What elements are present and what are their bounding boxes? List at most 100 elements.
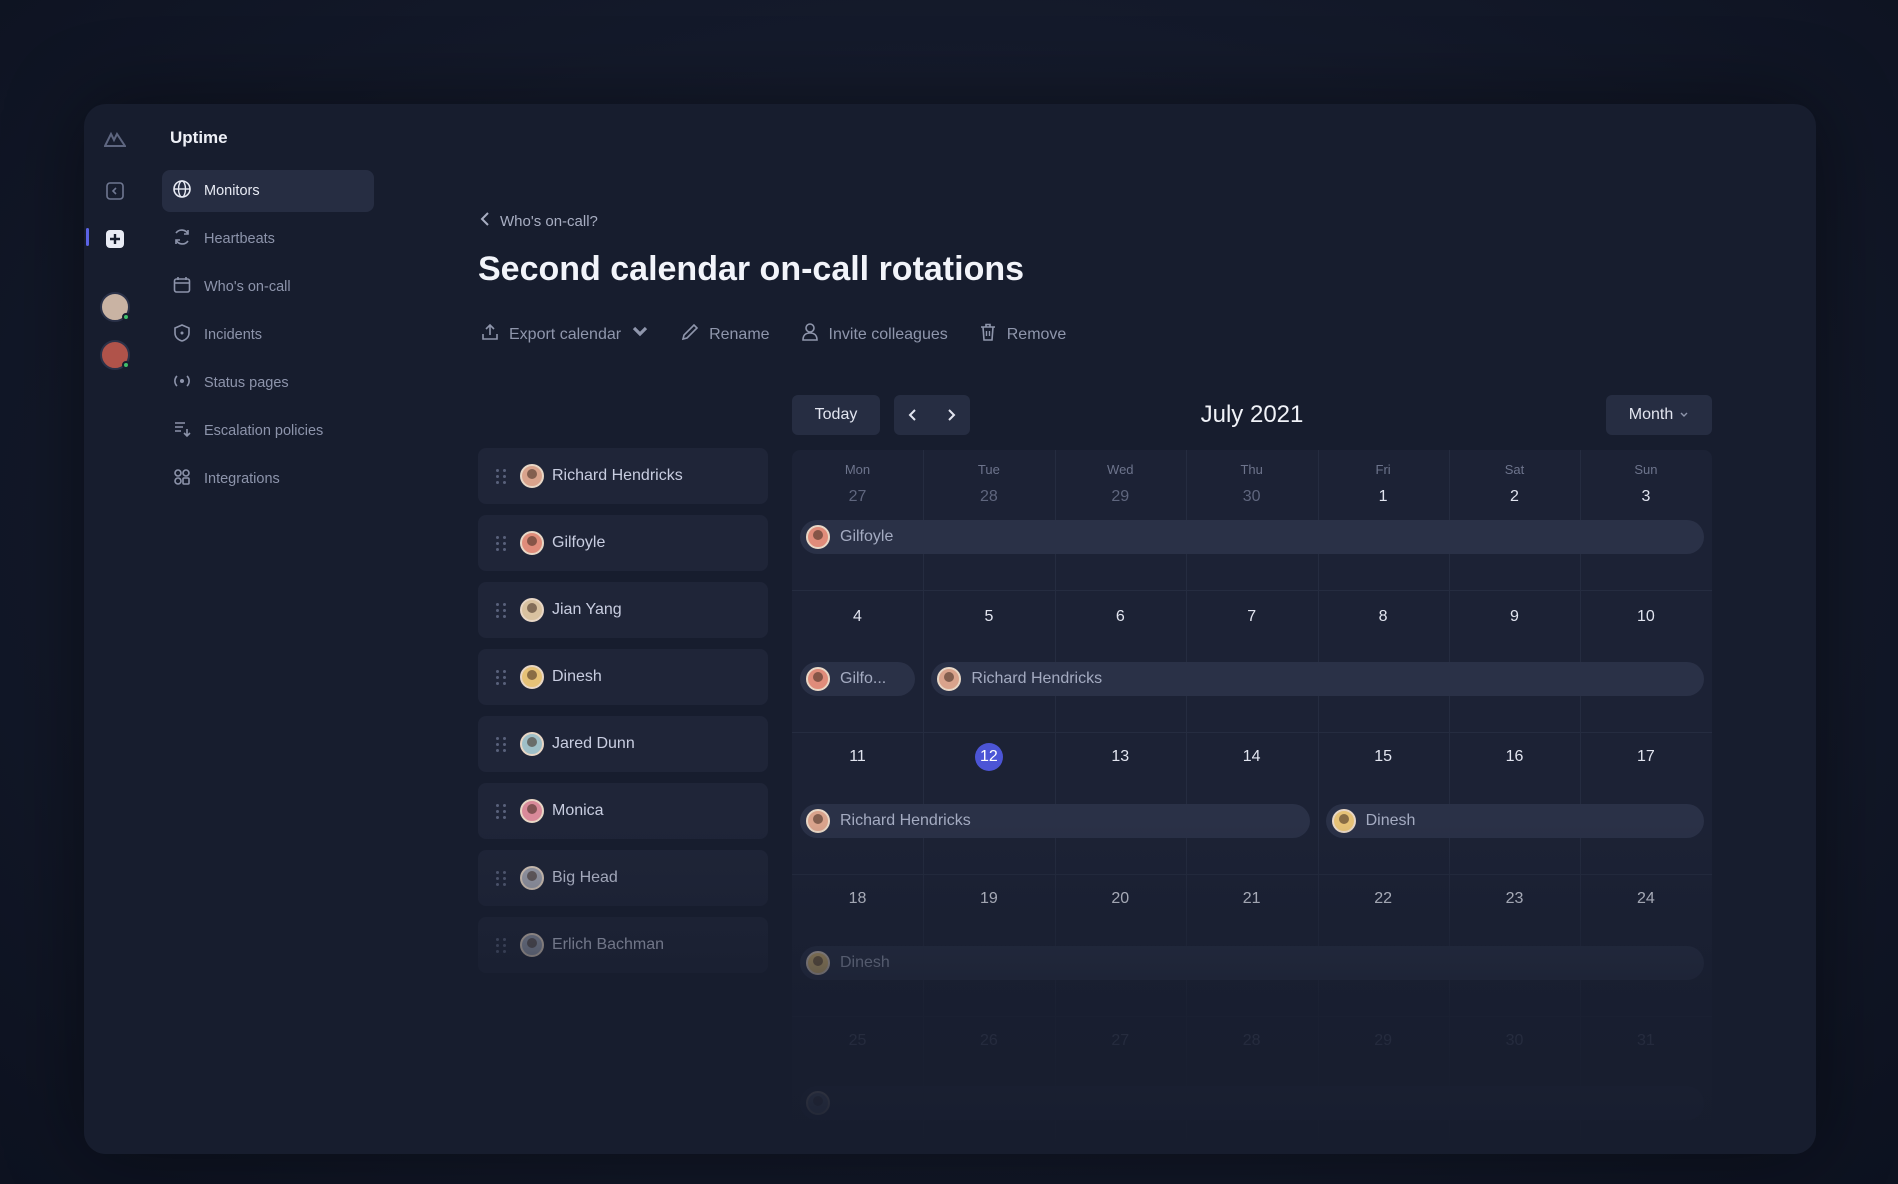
day-number: 15 (1374, 748, 1392, 765)
calendar-day[interactable]: 30 (1449, 1032, 1580, 1050)
month-nav (894, 395, 970, 435)
day-number: 28 (1242, 1032, 1261, 1049)
drag-handle-icon[interactable] (496, 736, 506, 752)
sidebar-item-monitors[interactable]: Monitors (162, 170, 374, 212)
day-number: 20 (1111, 890, 1130, 907)
on-call-shift[interactable]: Gilfoyle (800, 520, 1704, 554)
person-row[interactable]: Big Head (478, 850, 768, 906)
calendar-day[interactable]: 10 (1580, 608, 1711, 626)
drag-handle-icon[interactable] (496, 535, 506, 551)
calendar-day[interactable]: 24 (1580, 890, 1711, 908)
calendar-day[interactable]: 29 (1055, 488, 1186, 506)
calendar-day[interactable]: 11 (792, 748, 923, 766)
on-call-shift[interactable]: Richard Hendricks (800, 804, 1310, 838)
person-row[interactable]: Dinesh (478, 649, 768, 705)
calendar-day[interactable]: 13 (1055, 748, 1186, 766)
person-row[interactable]: Jian Yang (478, 582, 768, 638)
avatar (1331, 809, 1356, 833)
calendar-day[interactable]: 28 (1186, 1032, 1317, 1050)
sidebar-item-escalation-policies[interactable]: Escalation policies (162, 410, 374, 452)
person-row[interactable]: Monica (478, 783, 768, 839)
prev-month-button[interactable] (894, 395, 932, 435)
person-row[interactable]: Gilfoyle (478, 515, 768, 571)
trash-icon (978, 322, 998, 347)
drag-handle-icon[interactable] (496, 803, 506, 819)
person-row[interactable]: Erlich Bachman (478, 917, 768, 973)
calendar-day[interactable]: 23 (1449, 890, 1580, 908)
sidebar-item-integrations[interactable]: Integrations (162, 458, 374, 500)
calendar-day[interactable]: 25 (792, 1032, 923, 1050)
calendar-day[interactable]: 2 (1449, 488, 1580, 506)
on-call-shift[interactable]: Gilfo... (800, 662, 916, 696)
sidebar-item-incidents[interactable]: Incidents (162, 314, 374, 356)
remove-button[interactable]: Remove (978, 322, 1066, 347)
invite-colleagues-button[interactable]: Invite colleagues (800, 322, 948, 347)
person-row[interactable]: Richard Hendricks (478, 448, 768, 504)
on-call-shift[interactable]: Dinesh (800, 946, 1704, 980)
drag-handle-icon[interactable] (496, 602, 506, 618)
calendar-day[interactable]: 28 (923, 488, 1054, 506)
on-call-shift[interactable] (800, 1086, 1704, 1120)
avatar (520, 933, 544, 957)
back-link[interactable]: Who's on-call? (480, 212, 598, 230)
day-number: 17 (1636, 748, 1655, 765)
drag-handle-icon[interactable] (496, 669, 506, 685)
calendar-day[interactable]: 21 (1186, 890, 1317, 908)
sidebar-item-status-pages[interactable]: Status pages (162, 362, 374, 404)
calendar-day[interactable]: 4 (792, 608, 923, 626)
sidebar-item-heartbeats[interactable]: Heartbeats (162, 218, 374, 260)
calendar-day[interactable]: 26 (923, 1032, 1054, 1050)
calendar-day[interactable]: 18 (792, 890, 923, 908)
calendar-day[interactable]: 19 (923, 890, 1054, 908)
pencil-icon (680, 322, 700, 347)
collapse-sidebar-icon[interactable] (104, 180, 126, 202)
sidebar-item-label: Integrations (204, 471, 280, 487)
online-indicator (122, 361, 130, 369)
calendar-day[interactable]: 7 (1186, 608, 1317, 626)
weekday-label: Sun (1634, 462, 1658, 477)
drag-handle-icon[interactable] (496, 870, 506, 886)
calendar-day[interactable]: 20 (1055, 890, 1186, 908)
rename-label: Rename (709, 325, 770, 343)
team-avatar[interactable] (100, 340, 130, 370)
drag-handle-icon[interactable] (496, 937, 506, 953)
refresh-icon (172, 227, 192, 251)
drag-handle-icon[interactable] (496, 468, 506, 484)
chevron-down-icon (630, 322, 650, 347)
calendar-day[interactable]: 5 (923, 608, 1054, 626)
on-call-shift[interactable]: Richard Hendricks (931, 662, 1704, 696)
calendar-day[interactable]: 27 (1055, 1032, 1186, 1050)
calendar-day[interactable]: 30 (1186, 488, 1317, 506)
logo-icon[interactable] (104, 128, 126, 150)
day-number: 25 (848, 1032, 867, 1049)
calendar-day[interactable]: 16 (1449, 748, 1580, 766)
view-select[interactable]: Month (1606, 395, 1712, 435)
user-avatar[interactable] (100, 292, 130, 322)
export-calendar-button[interactable]: Export calendar (480, 322, 650, 347)
person-name: Erlich Bachman (552, 936, 665, 953)
weekday-label: Mon (844, 462, 871, 477)
calendar-day[interactable]: 22 (1318, 890, 1449, 908)
calendar-day[interactable]: 27 (792, 488, 923, 506)
calendar-day[interactable]: 14 (1186, 748, 1317, 766)
calendar-day[interactable]: 31 (1580, 1032, 1711, 1050)
calendar-day[interactable]: 29 (1318, 1032, 1449, 1050)
calendar-day[interactable]: 8 (1318, 608, 1449, 626)
sidebar-item-whos-on-call[interactable]: Who's on-call (162, 266, 374, 308)
on-call-shift[interactable]: Dinesh (1325, 804, 1704, 838)
rename-button[interactable]: Rename (680, 322, 770, 347)
next-month-button[interactable] (932, 395, 970, 435)
escalation-icon (172, 419, 192, 443)
uptime-product-icon[interactable] (104, 228, 126, 250)
calendar-day[interactable]: 3 (1580, 488, 1711, 506)
calendar-day[interactable]: 6 (1055, 608, 1186, 626)
calendar-day[interactable]: 12 (923, 743, 1054, 771)
person-row[interactable]: Jared Dunn (478, 716, 768, 772)
sidebar-item-label: Escalation policies (204, 423, 324, 439)
calendar-day[interactable]: 15 (1318, 748, 1449, 766)
calendar-day[interactable]: 9 (1449, 608, 1580, 626)
calendar-day[interactable]: 1 (1318, 488, 1449, 506)
day-number: 31 (1636, 1032, 1655, 1049)
today-button[interactable]: Today (792, 395, 880, 435)
calendar-day[interactable]: 17 (1580, 748, 1711, 766)
